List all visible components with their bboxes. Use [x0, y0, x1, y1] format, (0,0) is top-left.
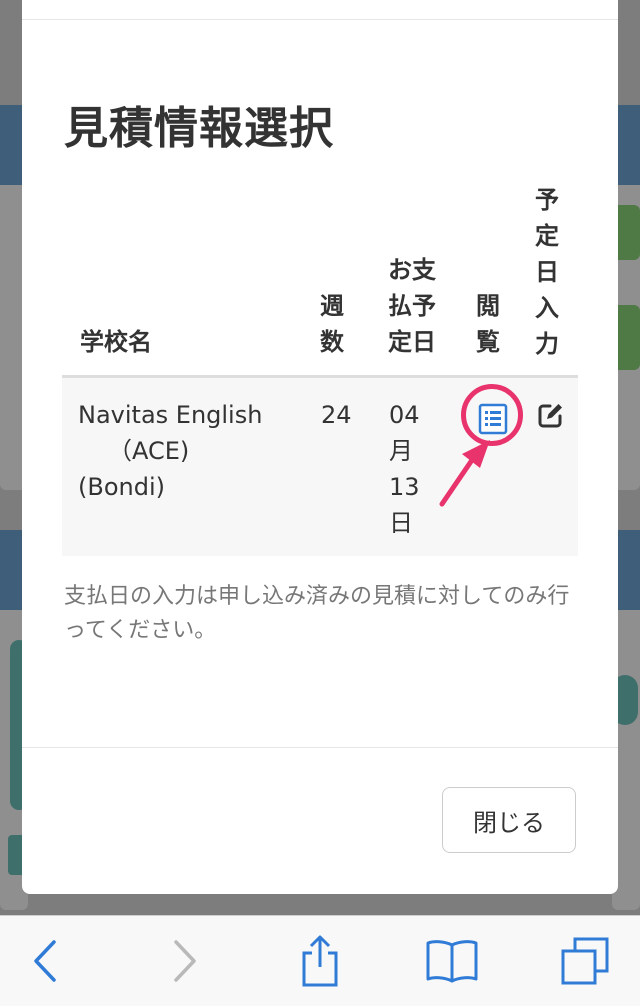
tabs-button[interactable]: [540, 916, 630, 1006]
forward-button[interactable]: [140, 916, 230, 1006]
bookmarks-button[interactable]: [407, 916, 497, 1006]
header-divider: [22, 19, 618, 20]
column-header-weeks: 週 数: [320, 292, 344, 356]
column-header-payment-date: お支 払予 定日: [388, 256, 436, 356]
column-header-schedule-input: 予 定 日 入 力: [535, 186, 559, 358]
tabs-icon: [561, 937, 609, 985]
column-header-school: 学校名: [80, 328, 152, 356]
payment-note: 支払日の入力は申し込み済みの見積に対してのみ行ってください。: [64, 584, 570, 643]
share-button[interactable]: [275, 916, 365, 1006]
edit-schedule-button[interactable]: [536, 402, 564, 430]
column-header-view: 閲 覧: [476, 292, 500, 356]
share-icon: [302, 935, 338, 987]
back-chevron-icon: [34, 940, 56, 982]
payment-date-cell: 04 月 13 日: [389, 401, 420, 537]
back-button[interactable]: [0, 916, 90, 1006]
estimate-selection-modal: 見積情報選択 学校名 週 数 お支 払予 定日 閲 覧 予 定 日 入 力 Na…: [22, 0, 618, 894]
estimate-table: 学校名 週 数 お支 払予 定日 閲 覧 予 定 日 入 力 Navitas E…: [62, 182, 578, 562]
bookmarks-icon: [426, 940, 478, 983]
forward-chevron-icon: [174, 940, 196, 982]
school-name-cell: Navitas English （ACE) (Bondi): [78, 401, 263, 501]
footer-divider: [22, 747, 618, 748]
weeks-cell: 24: [321, 401, 352, 429]
browser-toolbar: [0, 915, 640, 1006]
modal-title: 見積情報選択: [64, 103, 334, 154]
pointer-arrow-icon: [439, 440, 490, 507]
close-button[interactable]: 閉じる: [442, 787, 576, 853]
edit-pencil-icon: [538, 404, 562, 428]
